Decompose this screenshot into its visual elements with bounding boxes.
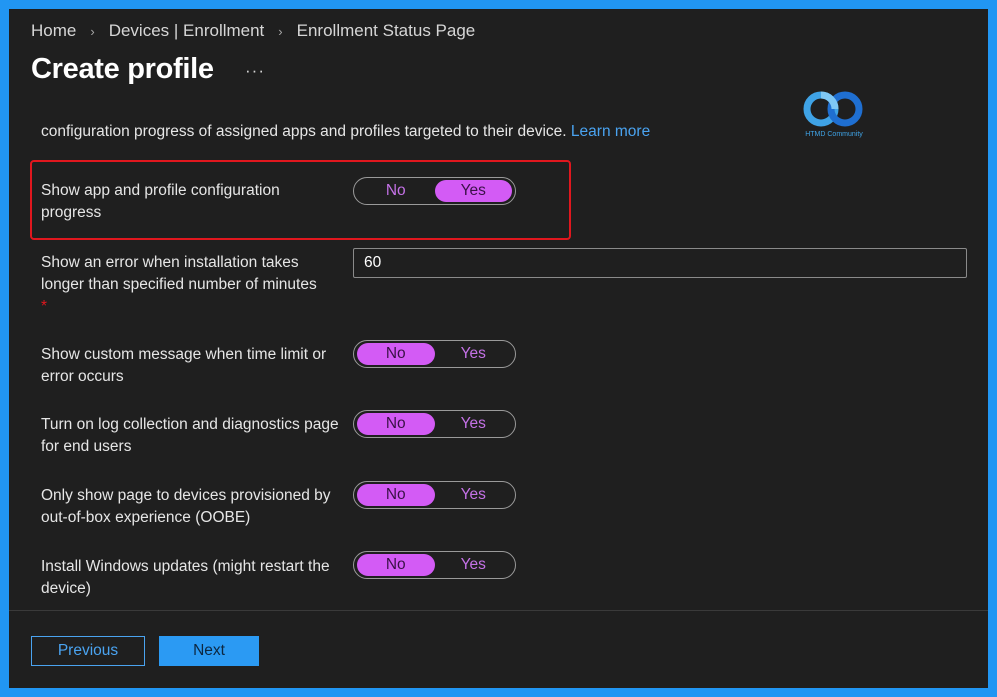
log-collection-toggle[interactable]: No Yes — [353, 410, 516, 438]
custom-message-yes[interactable]: Yes — [435, 343, 513, 365]
watermark-text: HTMD Community — [805, 131, 863, 138]
custom-message-no[interactable]: No — [357, 343, 435, 365]
timeout-minutes-input[interactable] — [353, 248, 967, 278]
log-collection-yes[interactable]: Yes — [435, 413, 513, 435]
custom-message-label: Show custom message when time limit or e… — [41, 346, 327, 385]
show-progress-no[interactable]: No — [357, 180, 435, 202]
learn-more-link[interactable]: Learn more — [571, 123, 650, 140]
more-options-icon[interactable]: ··· — [245, 61, 265, 81]
description-text: configuration progress of assigned apps … — [41, 123, 650, 141]
main-panel: Home › Devices | Enrollment › Enrollment… — [9, 9, 988, 688]
show-progress-yes[interactable]: Yes — [434, 180, 512, 202]
show-progress-toggle[interactable]: No Yes — [353, 177, 516, 205]
oobe-only-toggle[interactable]: No Yes — [353, 481, 516, 509]
page-title: Create profile — [31, 53, 214, 85]
chevron-right-icon: › — [278, 23, 283, 39]
description-body: configuration progress of assigned apps … — [41, 123, 567, 140]
breadcrumb-devices-enrollment[interactable]: Devices | Enrollment — [109, 21, 265, 41]
windows-updates-no[interactable]: No — [357, 554, 435, 576]
log-collection-no[interactable]: No — [357, 413, 435, 435]
htmd-logo-icon — [803, 91, 863, 127]
timeout-label: Show an error when installation takes lo… — [41, 252, 341, 318]
breadcrumb-enrollment-status-page[interactable]: Enrollment Status Page — [297, 21, 476, 41]
show-progress-label: Show app and profile configuration progr… — [41, 182, 280, 221]
previous-button[interactable]: Previous — [31, 636, 145, 666]
timeout-label-text: Show an error when installation takes lo… — [41, 254, 317, 293]
chevron-right-icon: › — [90, 23, 95, 39]
oobe-only-yes[interactable]: Yes — [435, 484, 513, 506]
windows-updates-yes[interactable]: Yes — [435, 554, 513, 576]
htmd-community-logo: HTMD Community — [799, 91, 869, 143]
oobe-only-label: Only show page to devices provisioned by… — [41, 487, 331, 526]
breadcrumb-home[interactable]: Home — [31, 21, 76, 41]
footer-divider — [9, 610, 988, 611]
oobe-only-no[interactable]: No — [357, 484, 435, 506]
windows-updates-toggle[interactable]: No Yes — [353, 551, 516, 579]
log-collection-label: Turn on log collection and diagnostics p… — [41, 416, 339, 455]
required-indicator: * — [41, 298, 48, 315]
next-button[interactable]: Next — [159, 636, 259, 666]
breadcrumb: Home › Devices | Enrollment › Enrollment… — [31, 21, 475, 41]
windows-updates-label: Install Windows updates (might restart t… — [41, 558, 330, 597]
custom-message-toggle[interactable]: No Yes — [353, 340, 516, 368]
